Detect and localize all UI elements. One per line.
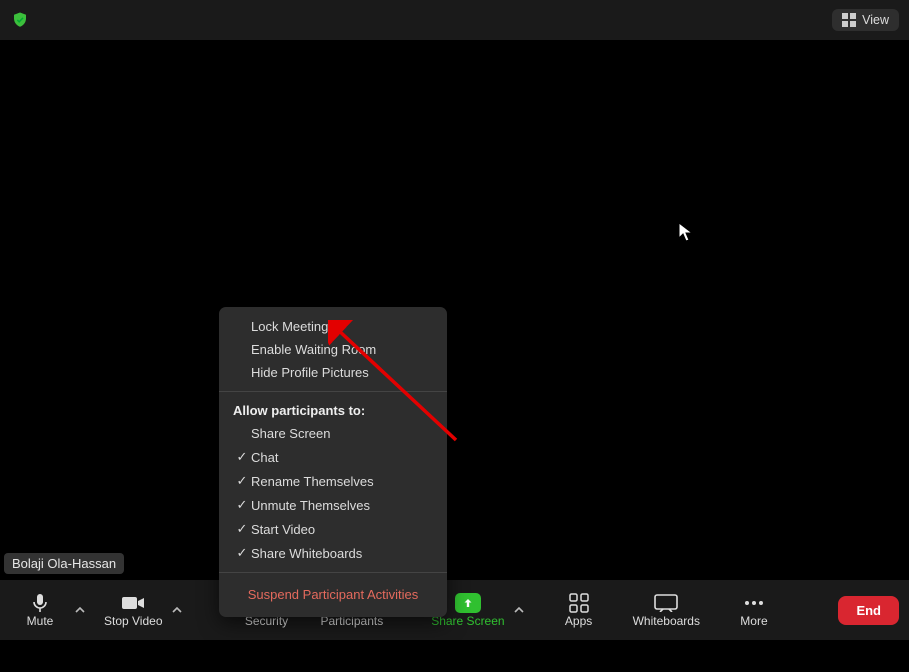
whiteboard-icon (654, 592, 678, 614)
stop-video-label: Stop Video (104, 614, 163, 628)
apps-label: Apps (565, 614, 592, 628)
end-button[interactable]: End (838, 596, 899, 625)
menu-item-share-screen[interactable]: Share Screen (219, 422, 447, 445)
menu-item-suspend-activities[interactable]: Suspend Participant Activities (219, 580, 447, 609)
stop-video-button[interactable]: Stop Video (100, 592, 167, 628)
more-button[interactable]: More (724, 592, 784, 628)
mute-label: Mute (27, 614, 54, 628)
encryption-shield-icon[interactable] (10, 10, 30, 30)
top-bar: View (0, 0, 909, 40)
participant-name-chip: Bolaji Ola-Hassan (4, 553, 124, 574)
more-label: More (740, 614, 767, 628)
menu-item-share-whiteboards[interactable]: ✓ Share Whiteboards (219, 541, 447, 565)
check-icon: ✓ (233, 449, 251, 465)
video-area: Bolaji Ola-Hassan (0, 40, 909, 580)
menu-section-header: Allow participants to: (219, 399, 447, 422)
apps-icon (569, 592, 589, 614)
menu-item-lock-meeting[interactable]: Lock Meeting (219, 315, 447, 338)
menu-label: Rename Themselves (251, 474, 374, 489)
share-screen-icon (455, 592, 481, 614)
view-label: View (862, 13, 889, 27)
apps-button[interactable]: Apps (549, 592, 609, 628)
menu-label: Share Whiteboards (251, 546, 362, 561)
menu-label: Unmute Themselves (251, 498, 370, 513)
stop-video-caret[interactable] (167, 605, 187, 615)
whiteboards-label: Whiteboards (633, 614, 700, 628)
check-icon: ✓ (233, 545, 251, 561)
more-icon (743, 592, 765, 614)
menu-label: Suspend Participant Activities (248, 587, 419, 602)
menu-item-unmute-themselves[interactable]: ✓ Unmute Themselves (219, 493, 447, 517)
menu-item-enable-waiting-room[interactable]: Enable Waiting Room (219, 338, 447, 361)
video-icon (121, 592, 145, 614)
grid-icon (842, 13, 856, 27)
menu-label: Enable Waiting Room (251, 342, 376, 357)
menu-item-start-video[interactable]: ✓ Start Video (219, 517, 447, 541)
check-icon: ✓ (233, 497, 251, 513)
menu-separator (219, 572, 447, 573)
menu-label: Start Video (251, 522, 315, 537)
share-screen-caret[interactable] (509, 605, 529, 615)
mute-caret[interactable] (70, 605, 90, 615)
menu-label: Lock Meeting (251, 319, 328, 334)
check-icon: ✓ (233, 473, 251, 489)
menu-label: Share Screen (251, 426, 331, 441)
microphone-icon (31, 592, 49, 614)
menu-item-hide-profile-pictures[interactable]: Hide Profile Pictures (219, 361, 447, 384)
whiteboards-button[interactable]: Whiteboards (629, 592, 704, 628)
menu-item-rename-themselves[interactable]: ✓ Rename Themselves (219, 469, 447, 493)
menu-item-chat[interactable]: ✓ Chat (219, 445, 447, 469)
security-menu-popup: Lock Meeting Enable Waiting Room Hide Pr… (219, 307, 447, 617)
menu-separator (219, 391, 447, 392)
mute-button[interactable]: Mute (10, 592, 70, 628)
menu-label: Hide Profile Pictures (251, 365, 369, 380)
menu-label: Chat (251, 450, 278, 465)
check-icon: ✓ (233, 521, 251, 537)
bottom-toolbar: Mute Stop Video Security 1 (0, 580, 909, 640)
view-button[interactable]: View (832, 9, 899, 31)
